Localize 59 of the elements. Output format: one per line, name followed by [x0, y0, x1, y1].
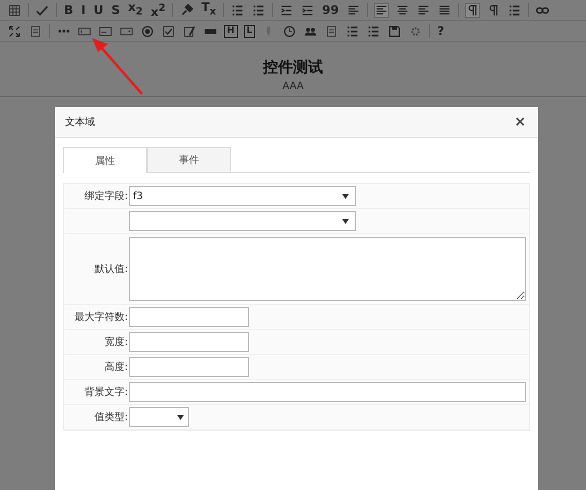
toolbar-button[interactable]: L [244, 24, 256, 38]
align-icon[interactable] [374, 4, 388, 16]
document-icon[interactable] [325, 24, 338, 38]
document-subtitle: AAA [282, 81, 304, 92]
pilcrow-icon[interactable] [486, 4, 500, 16]
toolbar-button[interactable]: U [90, 2, 108, 18]
fullscreen-icon[interactable] [8, 24, 21, 38]
align-icon[interactable] [396, 4, 409, 16]
toolbar-button[interactable]: ? [433, 23, 448, 39]
toolbar-button[interactable]: x$^{2}$ [146, 0, 170, 20]
input-field[interactable] [129, 332, 249, 352]
dropdown[interactable]: f3 [129, 186, 356, 206]
field-label: 背景文字: [84, 386, 128, 399]
field-label: 高度: [104, 360, 128, 374]
field-label: 最大字符数: [74, 310, 128, 324]
caret-icon [342, 218, 349, 224]
field-label: 值类型: [94, 410, 128, 424]
arrow [92, 38, 143, 95]
tab[interactable]: 属性 [63, 147, 147, 173]
table-icon[interactable] [8, 4, 21, 16]
indent-icon[interactable] [301, 4, 314, 16]
dialog-title: 文本域 [65, 116, 95, 129]
input-field[interactable] [129, 307, 249, 327]
document-title: 控件测试 [263, 58, 323, 77]
align-icon[interactable] [438, 4, 451, 16]
pilcrow-icon[interactable] [466, 4, 479, 16]
field-label: 宽度: [104, 336, 128, 349]
text-area-icon[interactable] [99, 24, 112, 38]
toolbar-button[interactable]: H [224, 24, 238, 38]
close-button[interactable]: × [512, 114, 528, 130]
clock-icon[interactable] [283, 24, 296, 38]
toolbar-button[interactable]: I [77, 2, 90, 18]
list-icon[interactable] [252, 4, 266, 16]
dropdown-value: f3 [133, 190, 143, 202]
radio-icon[interactable] [141, 24, 154, 38]
spellcheck-icon[interactable] [36, 4, 49, 16]
align-icon[interactable] [416, 4, 430, 16]
caret-icon [342, 194, 349, 198]
list-icon[interactable] [367, 24, 380, 38]
indent-icon[interactable] [280, 4, 294, 16]
list-icon[interactable] [231, 4, 244, 16]
field-label: 默认值: [94, 263, 128, 276]
toolbar-button[interactable]: 99 [318, 2, 343, 18]
toolbar-button[interactable]: B [60, 2, 78, 18]
field-label: 绑定字段: [84, 190, 128, 203]
input-field[interactable] [129, 382, 526, 402]
align-icon[interactable] [346, 4, 360, 16]
list-icon[interactable] [508, 4, 521, 16]
toolbar-button[interactable]: T$_{x}$ [197, 0, 220, 21]
input-field[interactable] [129, 357, 249, 377]
save-icon[interactable] [388, 24, 402, 38]
caret-icon [177, 414, 184, 420]
list-icon[interactable] [346, 24, 360, 38]
checkbox-icon[interactable] [162, 24, 175, 38]
document-icon[interactable] [29, 24, 42, 38]
tab[interactable]: 事件 [147, 147, 231, 172]
toolbar-button[interactable]: x$_{2}$ [124, 0, 147, 21]
pencil-icon[interactable] [183, 24, 196, 38]
toolbar-button[interactable]: S [107, 2, 124, 18]
